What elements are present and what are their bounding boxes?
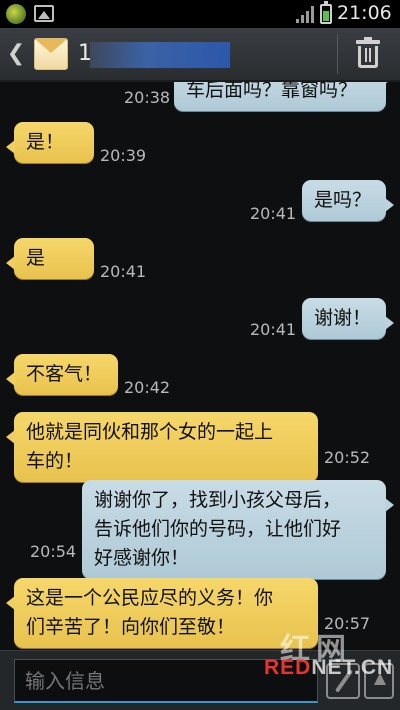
trash-icon [356,37,380,44]
message-bubble-incoming[interactable]: 是 [6,238,94,279]
envelope-icon[interactable] [34,38,68,70]
message-text: 谢谢！ [314,307,372,329]
compose-bar [0,650,400,710]
message-text-line: 这是一个公民应尽的义务！你 [26,587,274,609]
message-bubble-incoming[interactable]: 他就是同伙和那个女的一起上 车的！ [6,412,318,482]
header-divider [337,34,338,74]
status-time: 21:06 [337,2,392,24]
message-bubble-incoming[interactable]: 这是一个公民应尽的义务！你 们辛苦了！向你们至敬！ [6,578,318,648]
message-timestamp: 20:52 [324,448,371,467]
message-timestamp: 20:41 [250,204,297,223]
message-text: 是 [26,247,46,269]
message-bubble-outgoing[interactable]: 是吗？ [302,180,394,221]
message-text-line: 谢谢你了，找到小孩父母后， [94,489,342,511]
message-text: 是吗？ [314,189,372,211]
message-bubble-outgoing[interactable]: 车后面吗？靠窗吗？ [174,82,394,111]
send-icon[interactable] [364,663,394,699]
battery-icon [320,1,332,24]
message-bubble-incoming[interactable]: 是！ [6,122,94,163]
message-timestamp: 20:39 [100,146,147,165]
message-text: 是！ [26,131,65,153]
message-timestamp: 20:41 [100,262,147,281]
message-timestamp: 20:42 [124,378,171,397]
message-text-line: 好感谢你！ [94,547,190,569]
message-text-line: 们辛苦了！向你们至敬！ [26,616,236,638]
message-bubble-outgoing[interactable]: 谢谢你了，找到小孩父母后， 告诉他们你的号码，让他们好 好感谢你！ [82,480,394,579]
message-bubble-outgoing[interactable]: 谢谢！ [302,298,394,339]
message-timestamp: 20:57 [324,614,371,633]
conversation-header: ❮ 1 [0,28,400,82]
paperclip-icon[interactable] [326,663,360,699]
message-timestamp: 20:54 [30,542,77,561]
message-text-line: 告诉他们你的号码，让他们好 [94,518,342,540]
app-notification-icon [6,4,26,24]
message-text-line: 他就是同伙和那个女的一起上 [26,421,274,443]
message-bubble-incoming[interactable]: 不客气！ [6,354,118,395]
message-timestamp: 20:38 [124,88,171,107]
signal-icon [296,6,316,23]
status-bar: 21:06 [0,0,400,28]
message-input[interactable] [14,659,318,703]
message-list[interactable]: 车后面吗？靠窗吗？ 20:38 是！ 20:39 是吗？ 20:41 是 20:… [0,82,400,650]
message-timestamp: 20:41 [250,320,297,339]
chevron-left-icon: ❮ [6,41,26,66]
message-text: 车后面吗？靠窗吗？ [186,82,358,101]
back-button[interactable]: ❮ [4,40,28,68]
redacted-contact-number [90,42,230,68]
message-text: 不客气！ [26,363,103,385]
delete-button[interactable] [354,37,384,70]
message-text-line: 车的！ [26,450,84,472]
gallery-icon [34,5,54,22]
